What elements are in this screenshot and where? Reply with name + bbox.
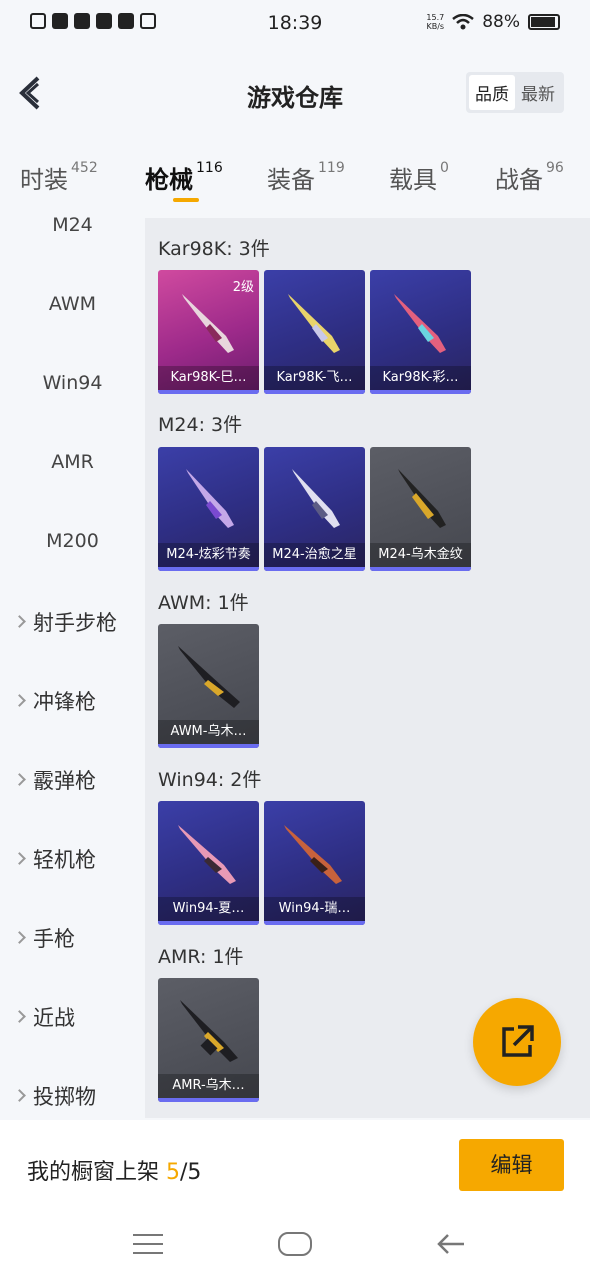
rarity-stripe bbox=[158, 744, 259, 748]
rarity-stripe bbox=[264, 567, 365, 571]
tab-fashion[interactable]: 时装 452 bbox=[20, 160, 98, 195]
rifle-icon bbox=[288, 294, 340, 353]
system-nav-bar bbox=[0, 1212, 590, 1280]
skin-name: M24-治愈之星 bbox=[264, 543, 365, 567]
skin-name: M24-炫彩节奏 bbox=[158, 543, 259, 567]
showcase-status: 我的橱窗上架 5/5 bbox=[27, 1160, 202, 1185]
sidebar-group-throwable[interactable]: 投掷物 bbox=[0, 1081, 145, 1111]
skin-name: Kar98K-飞… bbox=[264, 366, 365, 390]
skin-name: Win94-夏… bbox=[158, 897, 259, 921]
chevron-right-icon bbox=[13, 1010, 26, 1023]
showcase-total: /5 bbox=[180, 1160, 202, 1185]
skin-name: M24-乌木金纹 bbox=[370, 543, 471, 567]
sidebar-group-smg[interactable]: 冲锋枪 bbox=[0, 686, 145, 716]
edit-button[interactable]: 编辑 bbox=[459, 1139, 564, 1191]
sidebar-item-m24[interactable]: M24 bbox=[0, 214, 145, 236]
share-icon bbox=[502, 1025, 534, 1057]
network-speed: 15.7 KB/s bbox=[426, 13, 445, 31]
header: 游戏仓库 品质 最新 bbox=[0, 46, 590, 142]
sort-quality-button[interactable]: 品质 bbox=[469, 75, 515, 110]
skin-card[interactable]: M24-炫彩节奏 bbox=[158, 447, 259, 571]
skin-card[interactable]: AWM-乌木… bbox=[158, 624, 259, 748]
chevron-right-icon bbox=[13, 1089, 26, 1102]
sidebar-item-m200[interactable]: M200 bbox=[0, 530, 145, 552]
skin-name: Kar98K-彩… bbox=[370, 366, 471, 390]
showcase-bar: 我的橱窗上架 5/5 编辑 bbox=[0, 1120, 590, 1212]
section-title-win94: Win94: 2件 bbox=[158, 769, 262, 791]
rarity-stripe bbox=[158, 921, 259, 925]
rifle-icon bbox=[398, 469, 446, 528]
showcase-count: 5 bbox=[166, 1160, 181, 1185]
rifle-icon bbox=[182, 294, 234, 353]
rifle-icon bbox=[292, 469, 340, 528]
share-button[interactable] bbox=[473, 998, 561, 1086]
rarity-stripe bbox=[264, 921, 365, 925]
rifle-icon bbox=[186, 469, 234, 528]
sort-toggle: 品质 最新 bbox=[466, 72, 564, 113]
tab-firearms[interactable]: 枪械 116 bbox=[145, 160, 223, 195]
sidebar-item-amr[interactable]: AMR bbox=[0, 451, 145, 473]
weapon-list: Kar98K: 3件 2级 Kar98K-巳… Kar98K-飞… Kar98K… bbox=[145, 218, 590, 1118]
rarity-stripe bbox=[264, 390, 365, 394]
sidebar-group-melee[interactable]: 近战 bbox=[0, 1002, 145, 1032]
skin-card[interactable]: Kar98K-彩… bbox=[370, 270, 471, 394]
status-bar: 18:39 15.7 KB/s 88% bbox=[0, 0, 590, 46]
section-title-kar98k: Kar98K: 3件 bbox=[158, 238, 270, 260]
tab-supplies[interactable]: 战备 96 bbox=[495, 160, 564, 195]
section-title-m24: M24: 3件 bbox=[158, 414, 243, 436]
chevron-right-icon bbox=[13, 852, 26, 865]
category-tabs: 时装 452 枪械 116 装备 119 载具 0 战备 96 bbox=[0, 150, 590, 210]
rarity-stripe bbox=[158, 390, 259, 394]
sidebar-item-win94[interactable]: Win94 bbox=[0, 372, 145, 394]
skin-card[interactable]: Win94-瑞… bbox=[264, 801, 365, 925]
sort-latest-button[interactable]: 最新 bbox=[515, 75, 561, 110]
rarity-stripe bbox=[370, 567, 471, 571]
sidebar-group-shotgun[interactable]: 霰弹枪 bbox=[0, 765, 145, 795]
sidebar-group-marksman[interactable]: 射手步枪 bbox=[0, 607, 145, 637]
skin-name: Kar98K-巳… bbox=[158, 366, 259, 390]
chevron-right-icon bbox=[13, 615, 26, 628]
chevron-right-icon bbox=[13, 694, 26, 707]
battery-icon bbox=[528, 14, 560, 30]
back-icon[interactable] bbox=[436, 1232, 466, 1256]
rarity-stripe bbox=[158, 567, 259, 571]
chevron-right-icon bbox=[13, 931, 26, 944]
sidebar-group-lmg[interactable]: 轻机枪 bbox=[0, 844, 145, 874]
chevron-right-icon bbox=[13, 773, 26, 786]
skin-card[interactable]: AMR-乌木… bbox=[158, 978, 259, 1102]
skin-card[interactable]: M24-治愈之星 bbox=[264, 447, 365, 571]
skin-card[interactable]: Win94-夏… bbox=[158, 801, 259, 925]
battery-percent: 88% bbox=[482, 12, 520, 32]
section-title-amr: AMR: 1件 bbox=[158, 946, 244, 968]
sidebar-group-pistol[interactable]: 手枪 bbox=[0, 923, 145, 953]
rifle-icon bbox=[180, 1000, 238, 1062]
skin-name: AWM-乌木… bbox=[158, 720, 259, 744]
skin-card[interactable]: M24-乌木金纹 bbox=[370, 447, 471, 571]
skin-card[interactable]: 2级 Kar98K-巳… bbox=[158, 270, 259, 394]
menu-icon[interactable] bbox=[133, 1234, 163, 1254]
rifle-icon bbox=[178, 646, 240, 708]
active-tab-indicator bbox=[173, 198, 199, 202]
rifle-icon bbox=[394, 294, 446, 353]
rarity-stripe bbox=[158, 1098, 259, 1102]
rifle-icon bbox=[284, 825, 342, 884]
skin-name: AMR-乌木… bbox=[158, 1074, 259, 1098]
skin-name: Win94-瑞… bbox=[264, 897, 365, 921]
weapon-sidebar: M24 AWM Win94 AMR M200 射手步枪 冲锋枪 霰弹枪 轻机枪 … bbox=[0, 212, 145, 1122]
rifle-icon bbox=[178, 825, 236, 884]
tab-vehicles[interactable]: 载具 0 bbox=[389, 160, 449, 195]
rarity-stripe bbox=[370, 390, 471, 394]
wifi-icon bbox=[452, 14, 474, 30]
tab-equipment[interactable]: 装备 119 bbox=[267, 160, 345, 195]
skin-card[interactable]: Kar98K-飞… bbox=[264, 270, 365, 394]
sidebar-item-awm[interactable]: AWM bbox=[0, 293, 145, 315]
home-icon[interactable] bbox=[278, 1232, 312, 1256]
status-right: 15.7 KB/s 88% bbox=[426, 12, 560, 32]
section-title-awm: AWM: 1件 bbox=[158, 592, 249, 614]
